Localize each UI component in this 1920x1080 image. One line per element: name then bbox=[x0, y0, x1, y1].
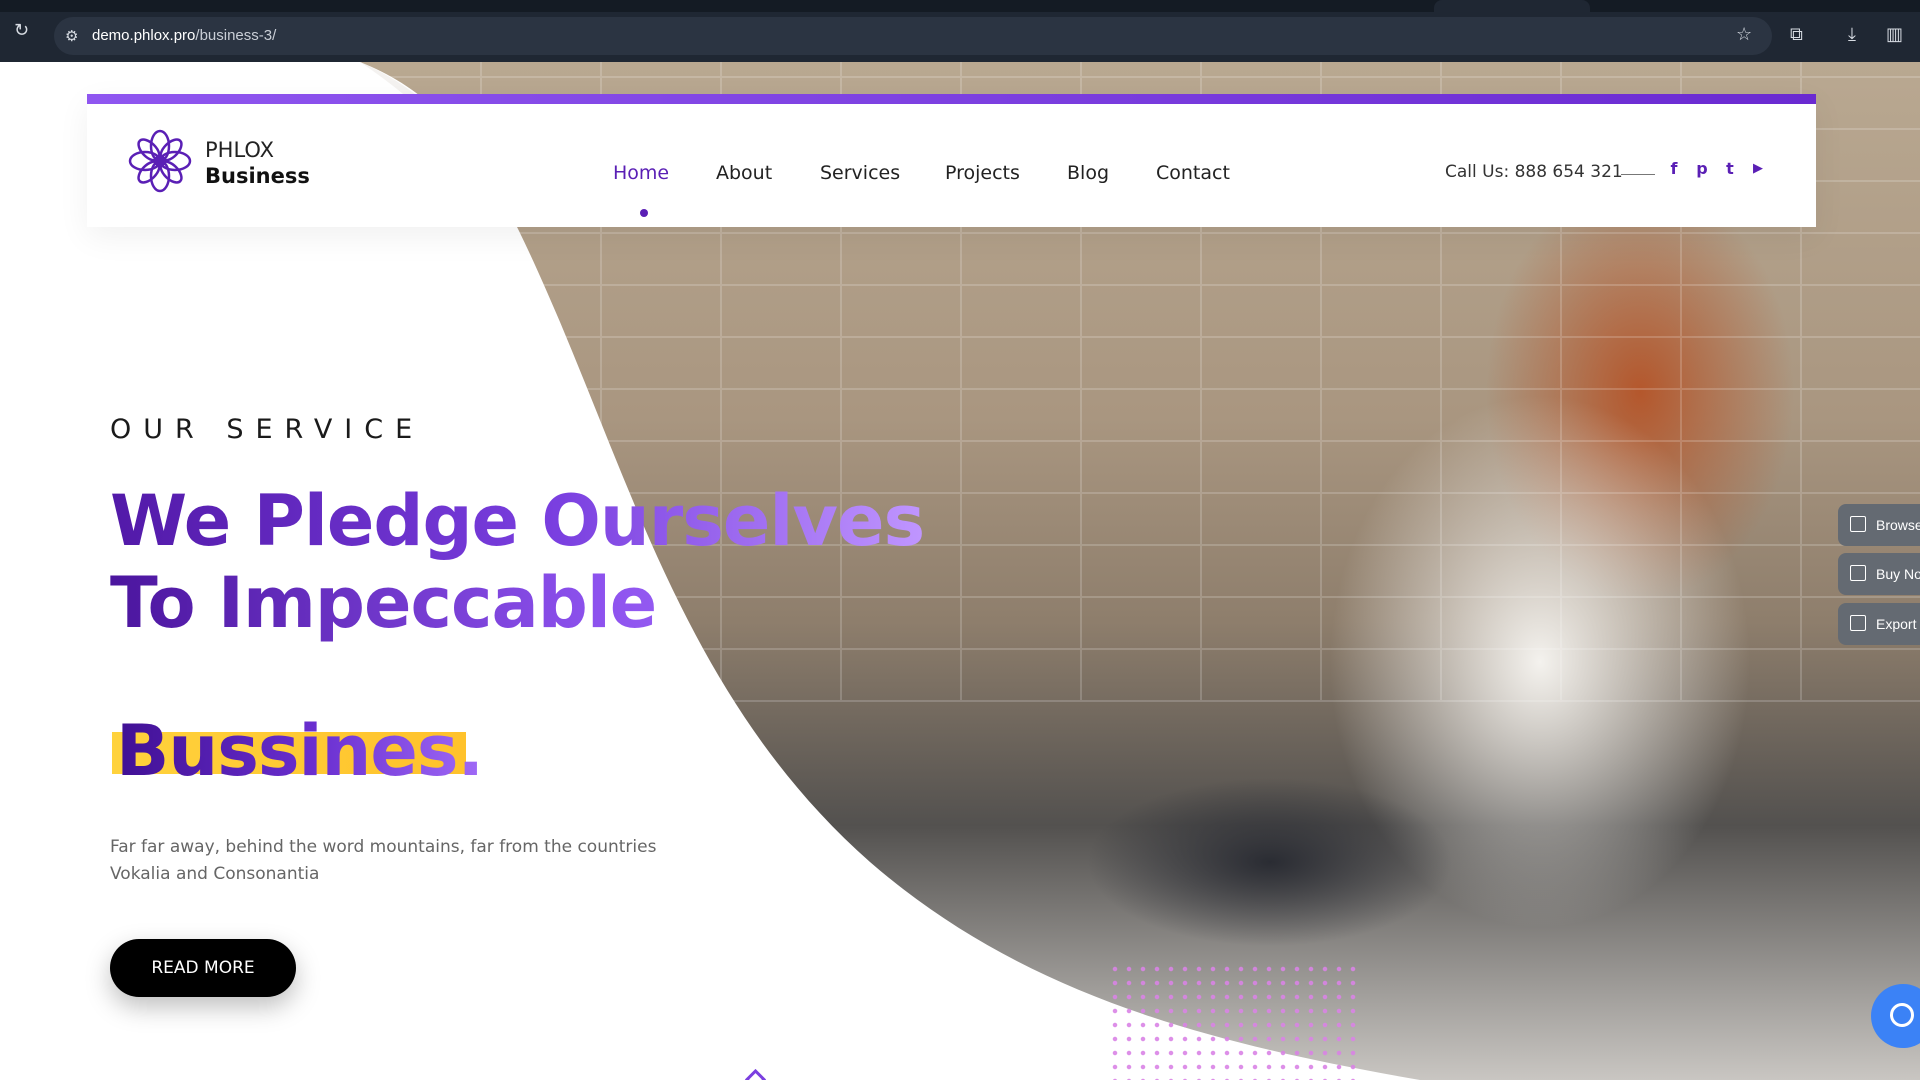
nav-services[interactable]: Services bbox=[820, 162, 900, 184]
grid-icon bbox=[1850, 516, 1866, 532]
nav-active-indicator bbox=[640, 209, 648, 217]
headline-line-2: To Impeccable bbox=[110, 562, 924, 644]
side-export-label: Export bbox=[1876, 616, 1917, 632]
side-buy-label: Buy No bbox=[1876, 566, 1920, 582]
hero-description: Far far away, behind the word mountains,… bbox=[110, 837, 657, 884]
side-buy-button[interactable]: Buy No bbox=[1838, 553, 1920, 595]
headline-line-3-wrap: Bussines. bbox=[112, 710, 484, 792]
brand-name[interactable]: PHLOX bbox=[205, 138, 274, 162]
facebook-icon[interactable]: f bbox=[1665, 160, 1683, 178]
sidebar-toggle-icon[interactable]: ▥ bbox=[1886, 26, 1903, 44]
url-domain: demo.phlox.pro bbox=[92, 27, 196, 44]
twitter-icon[interactable]: t bbox=[1721, 160, 1739, 178]
pinterest-icon[interactable]: p bbox=[1693, 160, 1711, 178]
youtube-icon[interactable]: ▶ bbox=[1749, 160, 1767, 178]
phlox-logo-icon[interactable] bbox=[125, 126, 195, 196]
url-path: /business-3/ bbox=[195, 27, 277, 44]
site-header: PHLOX Business Home About Services Proje… bbox=[87, 94, 1816, 227]
nav-blog[interactable]: Blog bbox=[1067, 162, 1109, 184]
headline-line-1: We Pledge Ourselves bbox=[110, 480, 925, 562]
brand-subtitle[interactable]: Business bbox=[205, 164, 310, 188]
header-accent-bar bbox=[87, 94, 1816, 104]
divider-line bbox=[1621, 174, 1655, 175]
download-icon[interactable]: ⤓ bbox=[1848, 26, 1856, 44]
nav-home[interactable]: Home bbox=[613, 162, 669, 184]
site-info-icon[interactable]: ⚙ bbox=[65, 27, 78, 45]
address-bar[interactable]: ⚙ demo.phlox.pro/business-3/ bbox=[54, 17, 1772, 55]
url-text[interactable]: demo.phlox.pro/business-3/ bbox=[92, 27, 276, 44]
nav-about[interactable]: About bbox=[716, 162, 772, 184]
bag-icon bbox=[1850, 565, 1866, 581]
side-export-button[interactable]: Export bbox=[1838, 603, 1920, 645]
browser-toolbar: ↻ ⚙ demo.phlox.pro/business-3/ ☆ ⧉ ⤓ ▥ bbox=[0, 0, 1920, 62]
side-browse-button[interactable]: Browse bbox=[1838, 504, 1920, 546]
read-more-button[interactable]: READ MORE bbox=[110, 939, 296, 997]
export-icon bbox=[1850, 615, 1866, 631]
active-tab[interactable] bbox=[1434, 0, 1590, 12]
tab-strip bbox=[0, 0, 1920, 12]
call-us-text[interactable]: Call Us: 888 654 321 bbox=[1445, 162, 1623, 182]
hero-headline: We Pledge Ourselves To Impeccable bbox=[110, 480, 925, 644]
nav-projects[interactable]: Projects bbox=[945, 162, 1020, 184]
headline-line-3: Bussines. bbox=[112, 710, 484, 792]
reload-icon[interactable]: ↻ bbox=[14, 22, 29, 40]
hero-eyebrow: OUR SERVICE bbox=[110, 414, 425, 445]
nav-contact[interactable]: Contact bbox=[1156, 162, 1230, 184]
bookmark-star-icon[interactable]: ☆ bbox=[1736, 26, 1752, 44]
chat-bubble-icon bbox=[1890, 1003, 1914, 1027]
extensions-icon[interactable]: ⧉ bbox=[1790, 26, 1803, 44]
dot-pattern bbox=[1108, 962, 1356, 1080]
side-browse-label: Browse bbox=[1876, 517, 1920, 533]
web-page: PHLOX Business Home About Services Proje… bbox=[0, 62, 1920, 1080]
